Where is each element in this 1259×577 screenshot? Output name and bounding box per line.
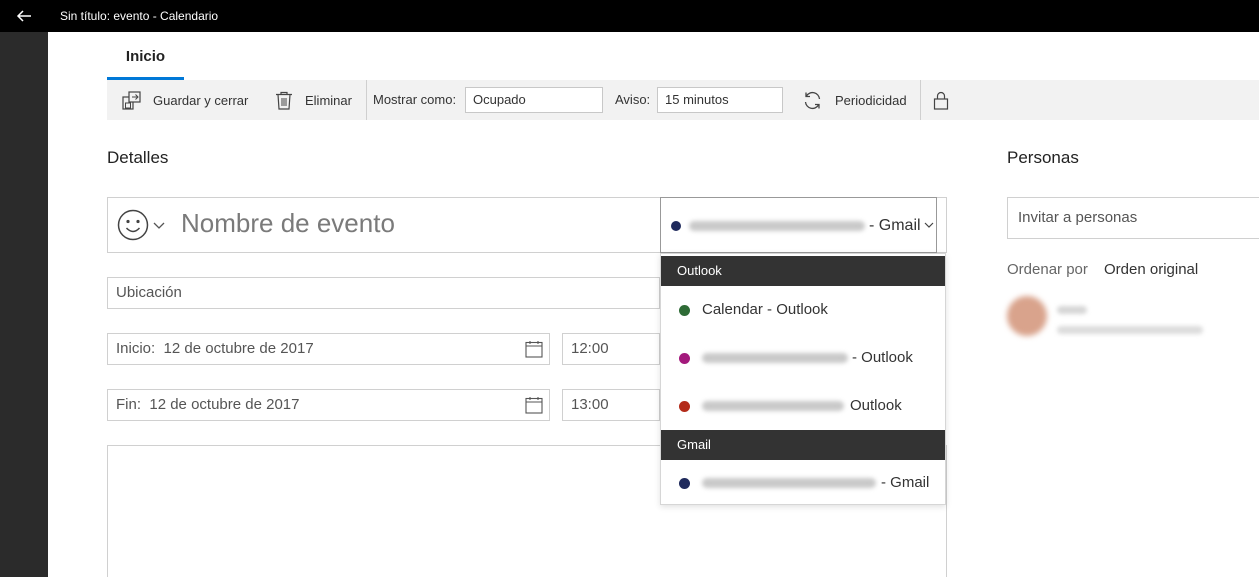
save-close-icon (122, 90, 141, 110)
start-label: Inicio: (116, 340, 156, 357)
sort-by-label: Ordenar por (1007, 261, 1088, 278)
sort-order-dropdown[interactable]: Orden original (1104, 261, 1198, 278)
dropdown-item-outlook-account[interactable]: - Outlook (661, 334, 945, 382)
recurrence-label: Periodicidad (835, 92, 907, 108)
calendar-icon[interactable] (525, 340, 543, 358)
tab-inicio[interactable]: Inicio (107, 40, 184, 80)
event-name-input[interactable]: Nombre de evento (181, 208, 395, 239)
calendar-color-dot (679, 305, 690, 316)
dropdown-item-calendar-outlook[interactable]: Calendar - Outlook (661, 286, 945, 334)
toolbar-divider (920, 80, 921, 120)
recurrence-button[interactable]: Periodicidad (802, 80, 907, 120)
dropdown-item-label: Calendar - Outlook (702, 301, 828, 318)
toolbar-divider (366, 80, 367, 120)
calendar-account-redacted (689, 221, 865, 231)
calendar-icon[interactable] (525, 396, 543, 414)
save-close-button[interactable]: Guardar y cerrar (122, 80, 248, 120)
dropdown-group-header: Outlook (661, 256, 945, 286)
emoji-icon[interactable] (116, 208, 150, 242)
chevron-down-icon (924, 222, 934, 228)
title-bar: Sin título: evento - Calendario (0, 0, 1259, 32)
location-input[interactable]: Ubicación (107, 277, 660, 309)
back-arrow-icon[interactable] (14, 6, 34, 26)
end-date-value: 12 de octubre de 2017 (149, 396, 300, 413)
calendar-select-suffix: - Gmail (869, 217, 921, 234)
delete-button[interactable]: Eliminar (275, 80, 352, 120)
left-strip (0, 32, 48, 577)
people-heading: Personas (1007, 148, 1079, 167)
end-date-field[interactable]: Fin: 12 de octubre de 2017 (107, 389, 550, 421)
chevron-down-icon[interactable] (153, 219, 165, 231)
calendar-color-dot (679, 401, 690, 412)
private-button[interactable] (933, 80, 961, 120)
start-date-value: 12 de octubre de 2017 (163, 340, 314, 357)
recurrence-icon (804, 91, 821, 109)
reminder-dropdown[interactable]: 15 minutos (657, 87, 783, 113)
calendar-dropdown: Outlook Calendar - Outlook - Outlook Out… (660, 253, 946, 505)
account-redacted (702, 353, 848, 363)
account-redacted (702, 478, 876, 488)
dropdown-item-gmail-account[interactable]: - Gmail (661, 459, 945, 507)
details-heading: Detalles (107, 148, 169, 167)
calendar-color-dot (679, 478, 690, 489)
attendee-email-redacted (1057, 326, 1203, 334)
calendar-select[interactable]: - Gmail (660, 197, 937, 253)
show-as-dropdown[interactable]: Ocupado (465, 87, 603, 113)
start-date-field[interactable]: Inicio: 12 de octubre de 2017 (107, 333, 550, 365)
avatar (1007, 296, 1047, 336)
lock-icon (933, 91, 949, 110)
save-close-label: Guardar y cerrar (153, 92, 249, 108)
end-label: Fin: (116, 396, 142, 413)
dropdown-item-outlook-account[interactable]: Outlook (661, 382, 945, 430)
start-time-field[interactable]: 12:00 (562, 333, 660, 365)
dropdown-item-suffix: - Outlook (852, 349, 913, 366)
calendar-color-dot (671, 221, 681, 231)
trash-icon (276, 91, 292, 110)
toolbar: Guardar y cerrar Eliminar Mostrar como: … (107, 80, 1259, 120)
show-as-label: Mostrar como: (373, 92, 457, 107)
attendee-name-redacted (1057, 306, 1087, 314)
end-time-field[interactable]: 13:00 (562, 389, 660, 421)
account-redacted (702, 401, 844, 411)
invite-people-input[interactable]: Invitar a personas (1007, 197, 1259, 239)
dropdown-group-header: Gmail (661, 430, 945, 460)
window-title: Sin título: evento - Calendario (60, 9, 219, 23)
dropdown-item-suffix: Outlook (850, 397, 902, 414)
delete-label: Eliminar (305, 92, 352, 108)
reminder-label: Aviso: (615, 92, 651, 107)
dropdown-item-suffix: - Gmail (881, 474, 930, 491)
calendar-color-dot (679, 353, 690, 364)
